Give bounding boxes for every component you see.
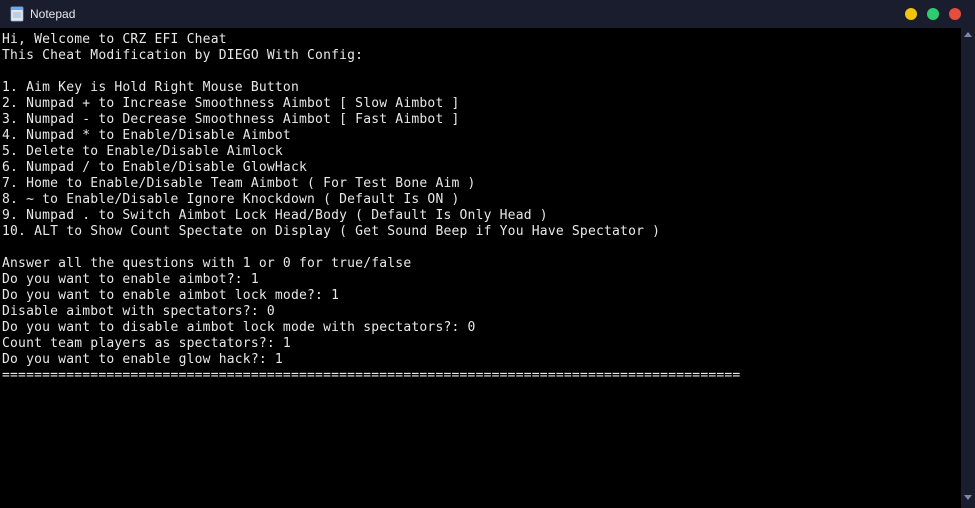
minimize-button[interactable]: [905, 8, 917, 20]
titlebar[interactable]: Notepad: [0, 0, 975, 28]
close-button[interactable]: [949, 8, 961, 20]
scroll-up-icon[interactable]: [964, 32, 972, 37]
notepad-window: Notepad Hi, Welcome to CRZ EFI Cheat Thi…: [0, 0, 975, 508]
maximize-button[interactable]: [927, 8, 939, 20]
text-area[interactable]: Hi, Welcome to CRZ EFI Cheat This Cheat …: [0, 28, 961, 508]
scroll-down-icon[interactable]: [964, 495, 972, 500]
content-wrap: Hi, Welcome to CRZ EFI Cheat This Cheat …: [0, 28, 975, 508]
notepad-icon: [10, 6, 24, 22]
window-title: Notepad: [30, 7, 75, 21]
vertical-scrollbar[interactable]: [961, 28, 975, 508]
titlebar-left: Notepad: [10, 6, 75, 22]
window-controls: [905, 8, 965, 20]
